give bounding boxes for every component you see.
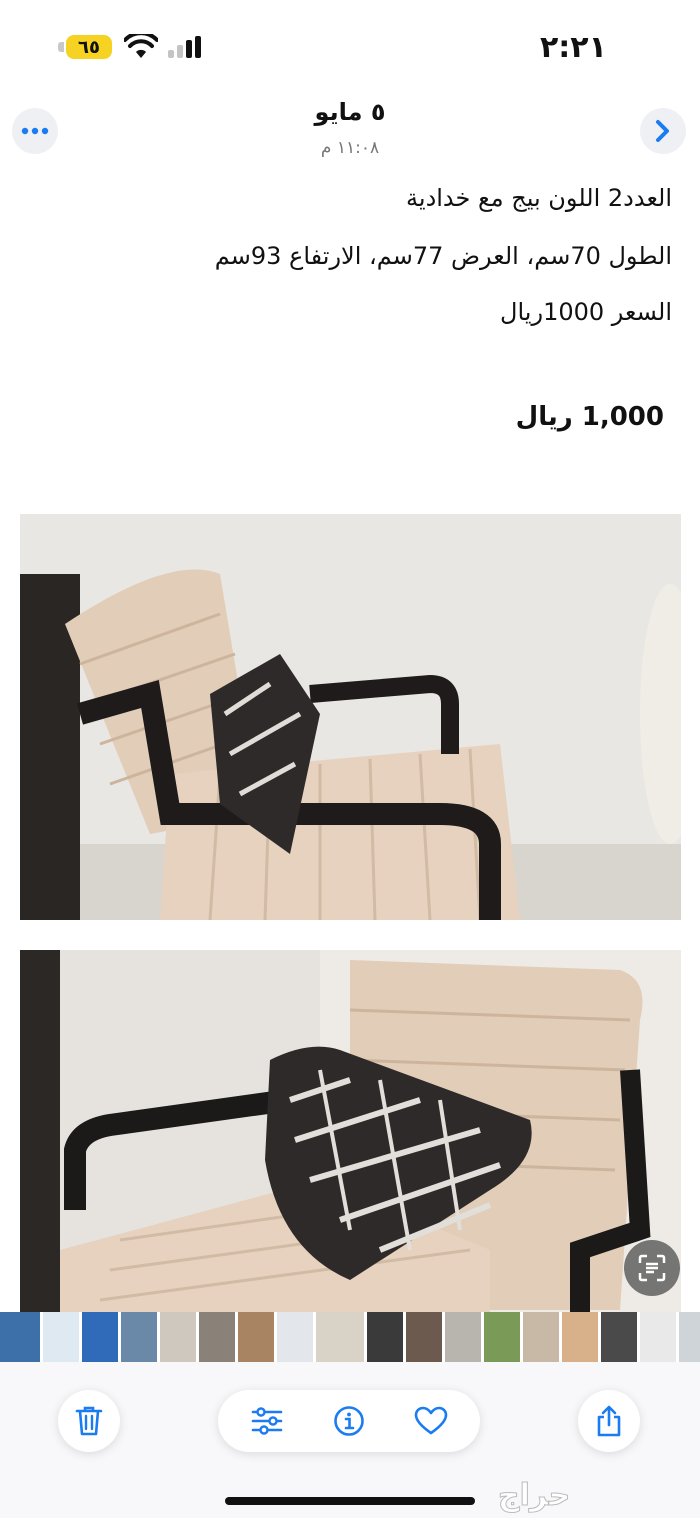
description-line-3: السعر 1000ريال: [500, 298, 672, 326]
thumbnail[interactable]: [160, 1312, 196, 1362]
price-label: 1,000 ريال: [515, 402, 664, 432]
thumbnail[interactable]: [0, 1312, 40, 1362]
thumbnail[interactable]: [445, 1312, 481, 1362]
chevron-right-icon: [656, 120, 669, 142]
sliders-icon: [251, 1407, 283, 1435]
battery-indicator: ٦٥: [66, 35, 112, 59]
favorite-button[interactable]: [410, 1400, 452, 1442]
delete-button[interactable]: [58, 1390, 120, 1452]
thumbnail[interactable]: [601, 1312, 637, 1362]
thumbnail[interactable]: [406, 1312, 442, 1362]
back-button[interactable]: [640, 108, 686, 154]
cellular-signal-icon: [168, 36, 201, 58]
thumbnail[interactable]: [121, 1312, 157, 1362]
share-button[interactable]: [578, 1390, 640, 1452]
header-time: ١١:٠٨ م: [320, 138, 380, 158]
thumbnail[interactable]: [238, 1312, 274, 1362]
battery-tip: [58, 42, 64, 52]
header-date: ٥ مايو: [314, 98, 386, 126]
thumbnail[interactable]: [484, 1312, 520, 1362]
watermark-logo: حراج: [497, 1478, 571, 1514]
description-line-2: الطول 70سم، العرض 77سم، الارتفاع 93سم: [214, 242, 672, 270]
beige-chair-photo-icon: [20, 514, 681, 920]
thumbnail[interactable]: [367, 1312, 403, 1362]
thumbnail[interactable]: [640, 1312, 676, 1362]
info-icon: [334, 1406, 364, 1436]
chair-photo-2[interactable]: [20, 950, 681, 1312]
thumbnail[interactable]: [43, 1312, 79, 1362]
text-scan-icon: [638, 1254, 666, 1282]
heart-icon: [414, 1406, 448, 1435]
status-time: ٢:٢١: [540, 30, 607, 65]
wifi-icon: [124, 34, 158, 58]
adjust-button[interactable]: [246, 1400, 288, 1442]
thumbnail[interactable]: [679, 1312, 700, 1362]
description-line-1: العدد2 اللون بيج مع خدادية: [406, 184, 672, 212]
thumbnail-selected[interactable]: [314, 1312, 366, 1362]
trash-icon: [75, 1406, 103, 1436]
more-options-button[interactable]: [12, 108, 58, 154]
live-text-button[interactable]: [624, 1240, 680, 1296]
thumbnail[interactable]: [82, 1312, 118, 1362]
edit-actions-group: [218, 1390, 480, 1452]
thumbnail[interactable]: [562, 1312, 598, 1362]
thumbnail-strip[interactable]: [0, 1312, 700, 1362]
ellipsis-icon: [21, 127, 49, 135]
thumbnail[interactable]: [523, 1312, 559, 1362]
home-indicator: [225, 1497, 475, 1505]
info-button[interactable]: [328, 1400, 370, 1442]
chair-photo-1[interactable]: [20, 514, 681, 920]
beige-chair-photo-icon-2: [20, 950, 681, 1312]
thumbnail[interactable]: [277, 1312, 313, 1362]
thumbnail[interactable]: [199, 1312, 235, 1362]
share-icon: [597, 1405, 621, 1437]
